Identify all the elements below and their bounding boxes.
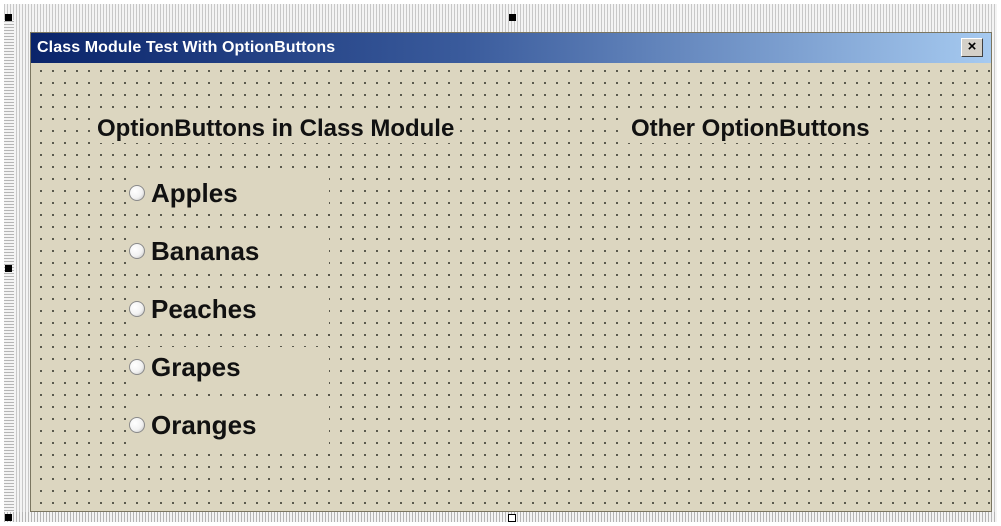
close-button[interactable]: × (961, 38, 983, 57)
option-label: Apples (151, 177, 238, 208)
resize-handle-top-center[interactable] (509, 14, 516, 21)
radio-unchecked-icon[interactable] (129, 301, 145, 317)
resize-handle-middle-left[interactable] (5, 265, 12, 272)
option-label: Bananas (151, 235, 260, 266)
option-group-class-module: Apples Bananas Peaches Grapes Oranges (129, 173, 421, 445)
option-peaches[interactable]: Peaches (129, 289, 329, 329)
title-bar[interactable]: Class Module Test With OptionButtons × (31, 33, 991, 63)
radio-unchecked-icon[interactable] (129, 185, 145, 201)
radio-unchecked-icon[interactable] (129, 243, 145, 259)
option-label: Oranges (151, 409, 257, 440)
option-apples[interactable]: Apples (129, 173, 329, 213)
option-label: Grapes (151, 351, 241, 382)
resize-handle-bottom-center[interactable] (508, 514, 516, 522)
option-grapes[interactable]: Grapes (129, 347, 329, 387)
close-icon: × (967, 38, 977, 55)
resize-handle-bottom-left[interactable] (5, 514, 12, 521)
heading-class-module-options: OptionButtons in Class Module (93, 115, 459, 143)
option-label: Peaches (151, 293, 257, 324)
option-bananas[interactable]: Bananas (129, 231, 329, 271)
radio-unchecked-icon[interactable] (129, 359, 145, 375)
heading-other-options: Other OptionButtons (627, 115, 874, 143)
window-title: Class Module Test With OptionButtons (37, 39, 336, 56)
user-form: Class Module Test With OptionButtons × O… (30, 32, 992, 512)
resize-handle-top-left[interactable] (5, 14, 12, 21)
designer-frame-bottom-edge (4, 512, 997, 522)
option-oranges[interactable]: Oranges (129, 405, 329, 445)
radio-unchecked-icon[interactable] (129, 417, 145, 433)
